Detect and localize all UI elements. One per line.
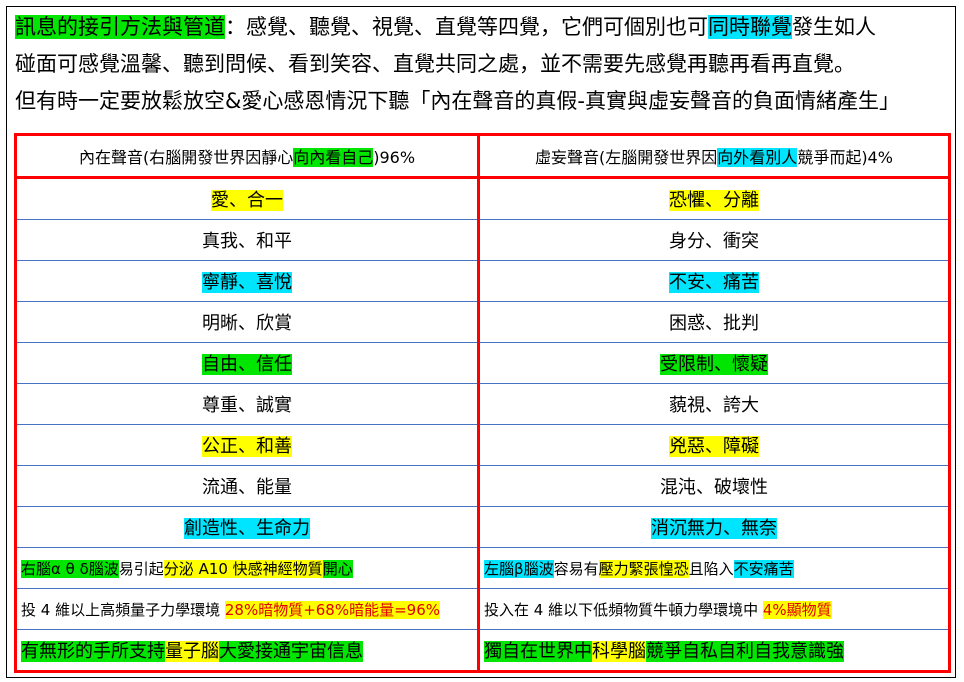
header-highlight: 向內看自己	[293, 148, 374, 167]
emotion-label: 愛、合一	[211, 190, 283, 211]
brainwave-text: 易引起	[118, 559, 164, 578]
final-highlight: 有無形的手所支持	[21, 641, 165, 662]
header-text: 內在聲音(右腦開發世界因靜心	[78, 148, 294, 167]
table-row: 流通、能量 混沌、破壞性	[14, 465, 951, 507]
final-highlight: 科學腦	[592, 641, 646, 662]
intro-text: 發生如人	[792, 15, 876, 39]
table-cell-right: 不安、痛苦	[477, 260, 951, 302]
table-row: 愛、合一 恐懼、分離	[14, 177, 951, 220]
table-cell-left: 明晰、欣賞	[14, 301, 480, 343]
emotion-label: 藐視、誇大	[669, 395, 759, 416]
table-row: 尊重、誠實 藐視、誇大	[14, 383, 951, 425]
brainwave-label: 右腦α θ δ腦波	[21, 559, 119, 578]
emotion-label: 真我、和平	[202, 231, 292, 252]
intro-line-1: 訊息的接引方法與管道：感覺、聽覺、視覺、直覺等四覺，它們可個別也可同時聯覺發生如…	[15, 9, 955, 46]
table-cell-left: 寧靜、喜悅	[14, 260, 480, 302]
dimension-text: 投入在 4 維以下低頻物質牛頓力學環境中	[484, 600, 763, 619]
document-page: 訊息的接引方法與管道：感覺、聽覺、視覺、直覺等四覺，它們可個別也可同時聯覺發生如…	[6, 6, 956, 678]
header-false-voice: 虛妄聲音(左腦開發世界因向外看別人競爭而起)4%	[477, 133, 951, 179]
table-row: 創造性、生命力 消沉無力、無奈	[14, 506, 951, 548]
brainwave-left: 右腦α θ δ腦波易引起分泌 A10 快感神經物質開心	[14, 547, 480, 589]
table-cell-right: 恐懼、分離	[477, 177, 951, 220]
header-text: )96%	[373, 148, 416, 167]
dimension-left: 投 4 維以上高頻量子力學環境 28%暗物質+68%暗能量=96%	[14, 588, 480, 630]
table-cell-left: 自由、信任	[14, 342, 480, 384]
emotion-label: 明晰、欣賞	[202, 313, 292, 334]
emotion-label: 不安、痛苦	[669, 272, 759, 293]
header-inner-voice: 內在聲音(右腦開發世界因靜心向內看自己)96%	[14, 133, 480, 179]
table-cell-right: 身分、衝突	[477, 219, 951, 261]
emotion-label: 消沉無力、無奈	[651, 518, 777, 539]
table-cell-right: 困惑、批判	[477, 301, 951, 343]
dimension-highlight: 4%顯物質	[762, 600, 832, 619]
table-cell-right: 藐視、誇大	[477, 383, 951, 425]
final-highlight: 量子腦	[165, 641, 219, 662]
header-text: 競爭而起)4%	[797, 148, 893, 167]
table-row: 真我、和平 身分、衝突	[14, 219, 951, 261]
final-highlight: 獨自在世界中	[484, 641, 592, 662]
final-highlight: 競爭自私自利自我意識強	[646, 641, 844, 662]
table-row: 寧靜、喜悅 不安、痛苦	[14, 260, 951, 302]
brainwave-label: 左腦β腦波	[484, 559, 554, 578]
header-text: 虛妄聲音(左腦開發世界因	[535, 148, 718, 167]
table-row: 明晰、欣賞 困惑、批判	[14, 301, 951, 343]
intro-highlight-channels: 訊息的接引方法與管道	[15, 15, 225, 39]
emotion-label: 尊重、誠實	[202, 395, 292, 416]
emotion-label: 身分、衝突	[669, 231, 759, 252]
intro-text: ：感覺、聽覺、視覺、直覺等四覺，它們可個別也可	[225, 15, 708, 39]
emotion-rows: 愛、合一 恐懼、分離真我、和平 身分、衝突寧靜、喜悅 不安、痛苦明晰、欣賞 困惑、批判自…	[14, 177, 951, 548]
table-cell-left: 尊重、誠實	[14, 383, 480, 425]
table-cell-left: 公正、和善	[14, 424, 480, 466]
final-highlight: 大愛接通宇宙信息	[219, 641, 363, 662]
brainwave-text: 容易有	[553, 559, 599, 578]
table-cell-left: 愛、合一	[14, 177, 480, 220]
emotion-label: 創造性、生命力	[184, 518, 310, 539]
brainwave-right: 左腦β腦波容易有壓力緊張惶恐且陷入不安痛苦	[477, 547, 951, 589]
emotion-label: 恐懼、分離	[669, 190, 759, 211]
emotion-label: 寧靜、喜悅	[202, 272, 292, 293]
intro-highlight-synesthesia: 同時聯覺	[708, 15, 792, 39]
table-cell-left: 創造性、生命力	[14, 506, 480, 548]
dimension-text: 投 4 維以上高頻量子力學環境	[21, 600, 225, 619]
table-cell-right: 兇惡、障礙	[477, 424, 951, 466]
emotion-label: 公正、和善	[202, 436, 292, 457]
final-left: 有無形的手所支持量子腦大愛接通宇宙信息	[14, 629, 480, 673]
emotion-label: 受限制、懷疑	[660, 354, 768, 375]
header-highlight: 向外看別人	[717, 148, 798, 167]
emotion-label: 混沌、破壞性	[660, 477, 768, 498]
emotion-label: 流通、能量	[202, 477, 292, 498]
emotion-label: 自由、信任	[202, 354, 292, 375]
intro-paragraph: 訊息的接引方法與管道：感覺、聽覺、視覺、直覺等四覺，它們可個別也可同時聯覺發生如…	[15, 9, 955, 120]
table-cell-right: 消沉無力、無奈	[477, 506, 951, 548]
table-cell-right: 混沌、破壞性	[477, 465, 951, 507]
intro-line-3: 但有時一定要放鬆放空&愛心感恩情況下聽「內在聲音的真假-真實與虛妄聲音的負面情緒…	[15, 89, 900, 113]
dimension-row: 投 4 維以上高頻量子力學環境 28%暗物質+68%暗能量=96% 投入在 4 …	[14, 588, 951, 630]
table-row: 自由、信任 受限制、懷疑	[14, 342, 951, 384]
brainwave-highlight: 不安痛苦	[733, 559, 794, 578]
table-header-row: 內在聲音(右腦開發世界因靜心向內看自己)96% 虛妄聲音(左腦開發世界因向外看別…	[14, 133, 951, 179]
table-cell-left: 真我、和平	[14, 219, 480, 261]
comparison-table: 內在聲音(右腦開發世界因靜心向內看自己)96% 虛妄聲音(左腦開發世界因向外看別…	[14, 133, 951, 673]
final-row: 有無形的手所支持量子腦大愛接通宇宙信息 獨自在世界中科學腦競爭自私自利自我意識強	[14, 629, 951, 673]
brainwave-row: 右腦α θ δ腦波易引起分泌 A10 快感神經物質開心 左腦β腦波容易有壓力緊張…	[14, 547, 951, 589]
emotion-label: 困惑、批判	[669, 313, 759, 334]
brainwave-highlight: 開心	[322, 559, 353, 578]
dimension-highlight: 28%暗物質+68%暗能量=96%	[224, 600, 441, 619]
dimension-right: 投入在 4 維以下低頻物質牛頓力學環境中 4%顯物質	[477, 588, 951, 630]
intro-line-2: 碰面可感覺溫馨、聽到問候、看到笑容、直覺共同之處，並不需要先感覺再聽再看再直覺。	[15, 52, 855, 76]
brainwave-highlight: 壓力緊張惶恐	[598, 559, 689, 578]
final-right: 獨自在世界中科學腦競爭自私自利自我意識強	[477, 629, 951, 673]
brainwave-highlight: 分泌 A10 快感神經物質	[163, 559, 323, 578]
emotion-label: 兇惡、障礙	[669, 436, 759, 457]
table-cell-right: 受限制、懷疑	[477, 342, 951, 384]
table-row: 公正、和善 兇惡、障礙	[14, 424, 951, 466]
brainwave-text: 且陷入	[688, 559, 734, 578]
table-cell-left: 流通、能量	[14, 465, 480, 507]
